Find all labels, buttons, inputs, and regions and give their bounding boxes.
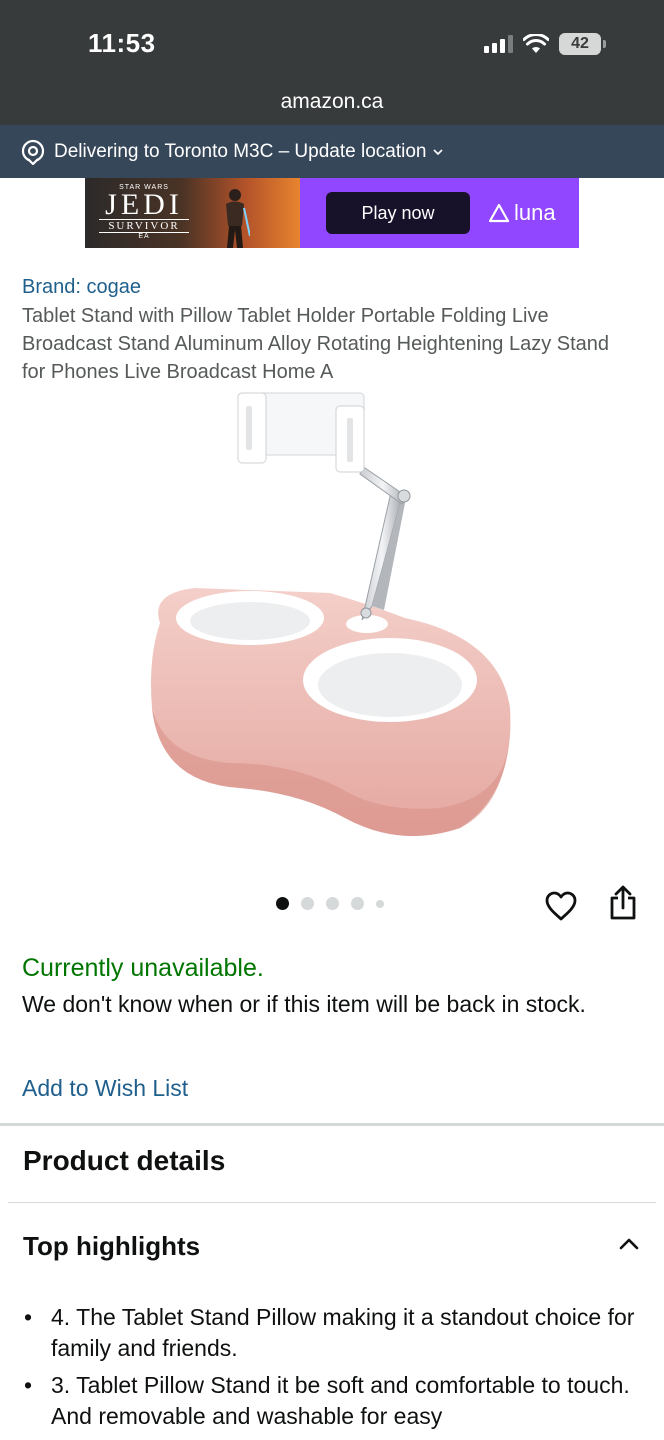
carousel-dot[interactable] [276, 897, 289, 910]
add-to-wish-list-link[interactable]: Add to Wish List [22, 1075, 188, 1102]
list-item: 4. The Tablet Stand Pillow making it a s… [22, 1302, 642, 1364]
browser-chrome: 11:53 42 amazon.ca [0, 0, 664, 125]
highlights-list: 4. The Tablet Stand Pillow making it a s… [22, 1302, 642, 1438]
availability-status: Currently unavailable. [22, 954, 264, 982]
availability-message: We don't know when or if this item will … [22, 991, 586, 1017]
delivery-location-bar[interactable]: Delivering to Toronto M3C – Update locat… [0, 125, 664, 178]
chevron-down-icon [433, 148, 444, 155]
battery-level: 42 [559, 33, 601, 55]
chevron-up-icon[interactable] [618, 1236, 640, 1250]
brand-link[interactable]: Brand: cogae [22, 276, 141, 299]
share-icon[interactable] [608, 884, 638, 920]
battery-icon: 42 [559, 33, 606, 55]
heart-icon[interactable] [544, 890, 578, 922]
luna-icon [488, 203, 510, 223]
status-icons: 42 [484, 33, 606, 55]
image-carousel-dots[interactable] [276, 897, 384, 910]
product-details-heading: Product details [23, 1145, 226, 1176]
top-highlights-heading[interactable]: Top highlights [23, 1231, 200, 1262]
cellular-signal-icon [484, 35, 513, 53]
carousel-dot[interactable] [376, 899, 384, 908]
delivery-location-text: Delivering to Toronto M3C – Update locat… [54, 140, 427, 162]
luna-logo: luna [488, 200, 556, 226]
wifi-icon [523, 34, 549, 53]
carousel-dot[interactable] [326, 897, 339, 910]
url-bar[interactable]: amazon.ca [0, 90, 664, 114]
product-image[interactable] [140, 388, 520, 848]
location-pin-icon [21, 139, 45, 165]
ad-banner[interactable]: STAR WARS JEDI SURVIVOR EA Play now luna [85, 178, 579, 248]
play-now-button[interactable]: Play now [326, 192, 470, 234]
carousel-dot[interactable] [301, 897, 314, 910]
ad-game-art: STAR WARS JEDI SURVIVOR EA [85, 178, 300, 248]
product-title: Tablet Stand with Pillow Tablet Holder P… [22, 305, 610, 383]
section-divider [0, 1123, 664, 1126]
status-time: 11:53 [88, 28, 156, 58]
carousel-dot[interactable] [351, 897, 364, 910]
character-figure [226, 189, 250, 248]
list-item: 3. Tablet Pillow Stand it be soft and co… [22, 1370, 642, 1432]
section-divider [8, 1202, 656, 1203]
game-logo: STAR WARS JEDI SURVIVOR EA [99, 184, 189, 240]
